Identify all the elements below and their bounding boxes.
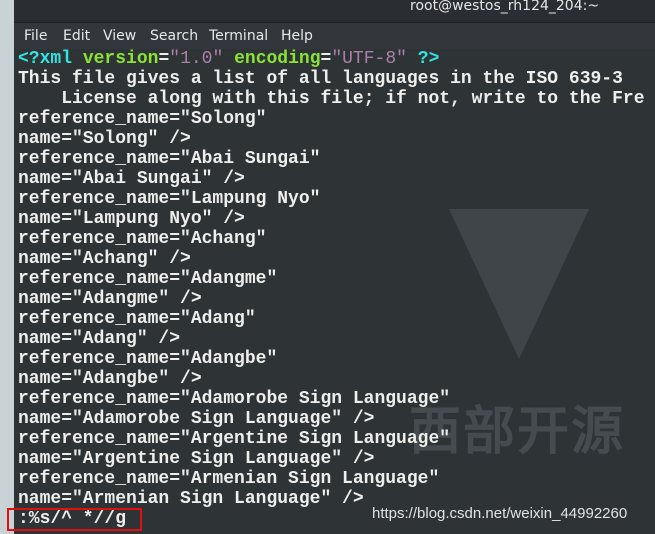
file-line: reference_name="Adangbe" xyxy=(18,349,278,369)
file-line: reference_name="Abai Sungai" xyxy=(18,149,321,169)
menu-search[interactable]: Search xyxy=(150,28,198,44)
terminal-area[interactable]: 西部开源 <?xml version="1.0" encoding="UTF-8… xyxy=(14,49,655,534)
file-line: License along with this file; if not, wr… xyxy=(18,89,645,109)
file-line: name="Adamorobe Sign Language" /> xyxy=(18,409,375,429)
file-line: name="Lampung Nyo" /> xyxy=(18,209,245,229)
file-line: reference_name="Adamorobe Sign Language" xyxy=(18,389,451,409)
window-title: root@westos_rh124_204:~ xyxy=(410,0,600,14)
title-bar: root@westos_rh124_204:~ xyxy=(14,0,655,23)
file-line: name="Adangbe" /> xyxy=(18,369,202,389)
menu-help[interactable]: Help xyxy=(281,28,313,44)
menu-terminal[interactable]: Terminal xyxy=(209,28,268,44)
menu-file[interactable]: File xyxy=(24,28,47,44)
file-line: name="Argentine Sign Language" /> xyxy=(18,449,375,469)
file-line: reference_name="Lampung Nyo" xyxy=(18,189,321,209)
file-line: reference_name="Achang" xyxy=(18,229,267,249)
file-line: This file gives a list of all languages … xyxy=(18,69,623,89)
menu-view[interactable]: View xyxy=(103,28,136,44)
file-line: reference_name="Argentine Sign Language" xyxy=(18,429,451,449)
file-line: name="Adangme" /> xyxy=(18,289,202,309)
file-line: name="Solong" /> xyxy=(18,129,191,149)
file-line: reference_name="Adang" xyxy=(18,309,256,329)
file-line: name="Achang" /> xyxy=(18,249,191,269)
file-line: reference_name="Armenian Sign Language" xyxy=(18,469,440,489)
watermark-url: https://blog.csdn.net/weixin_44992260 xyxy=(372,505,628,522)
file-line: name="Armenian Sign Language" /> xyxy=(18,489,364,509)
menu-bar: File Edit View Search Terminal Help xyxy=(14,23,655,49)
file-line: name="Adang" /> xyxy=(18,329,181,349)
watermark-logo-shape xyxy=(449,209,589,359)
menu-edit[interactable]: Edit xyxy=(63,28,90,44)
file-line: reference_name="Solong" xyxy=(18,109,267,129)
highlight-box xyxy=(7,508,142,531)
desktop-edge xyxy=(0,0,14,534)
xml-declaration: <?xml version="1.0" encoding="UTF-8" ?> xyxy=(18,49,440,69)
file-line: reference_name="Adangme" xyxy=(18,269,278,289)
file-line: name="Abai Sungai" /> xyxy=(18,169,245,189)
